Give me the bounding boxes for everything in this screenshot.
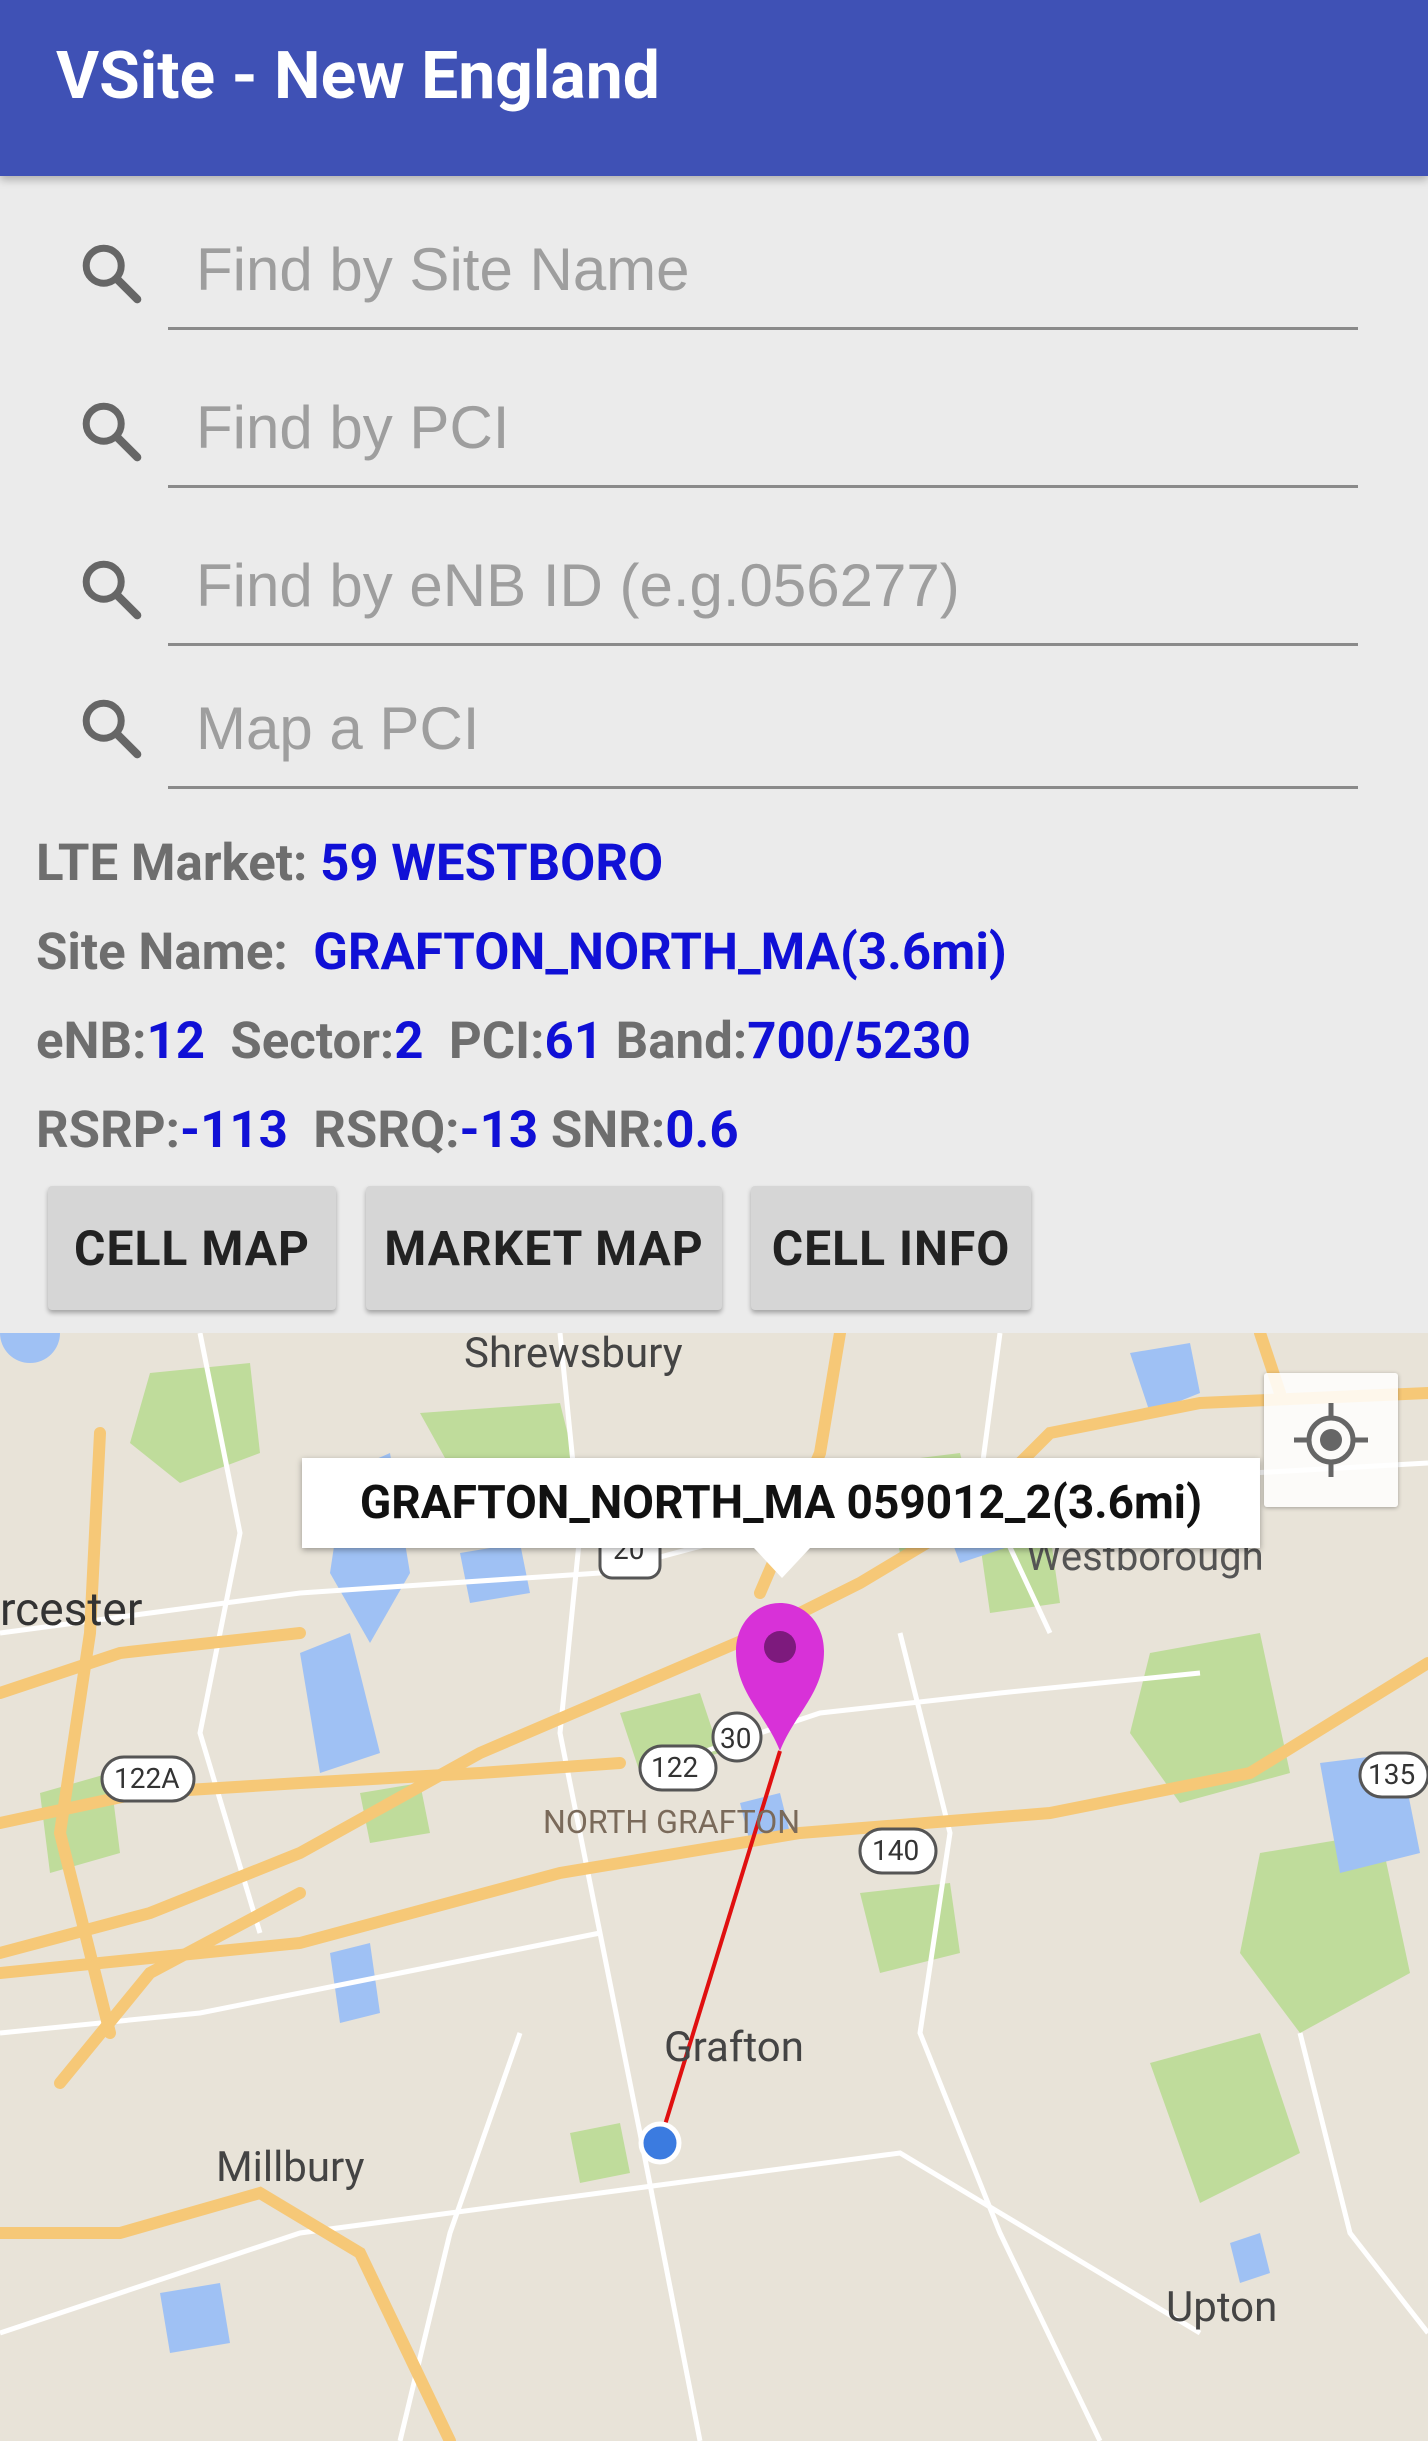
my-location-button[interactable] [1264, 1373, 1398, 1507]
rsrp-label: RSRP: [36, 1101, 180, 1160]
cell-info-button[interactable]: CELL INFO [751, 1186, 1031, 1310]
app-title: VSite - New England [56, 38, 660, 115]
cell-ids-line: eNB:12 Sector:2 PCI:61 Band:700/5230 [36, 1012, 971, 1071]
enb-search-input[interactable] [168, 528, 1358, 646]
pci-label: PCI: [448, 1012, 545, 1071]
route-30-label: 30 [720, 1722, 752, 1755]
map-pci-input[interactable] [168, 671, 1358, 789]
snr-label: SNR: [550, 1101, 666, 1160]
market-map-button[interactable]: MARKET MAP [366, 1186, 722, 1310]
map-label-shrewsbury: Shrewsbury [464, 1333, 683, 1378]
band-value: 700/5230 [747, 1012, 971, 1071]
crosshair-icon [1294, 1403, 1368, 1477]
app-bar: VSite - New England [0, 0, 1428, 176]
site-name-search-row [0, 212, 1428, 332]
route-135-label: 135 [1368, 1758, 1416, 1791]
route-122-label: 122 [651, 1751, 699, 1784]
site-name-search-input[interactable] [168, 212, 1358, 330]
rsrq-label: RSRQ: [313, 1101, 460, 1160]
map-label-upton: Upton [1166, 2283, 1278, 2332]
band-label: Band: [615, 1012, 748, 1071]
site-label: Site Name: [36, 923, 288, 982]
map-label-north-grafton: NORTH GRAFTON [543, 1803, 801, 1841]
search-icon [82, 402, 142, 462]
cell-map-button[interactable]: CELL MAP [48, 1186, 336, 1310]
sector-label: Sector: [230, 1012, 395, 1071]
signal-line: RSRP:-113 RSRQ:-13 SNR:0.6 [36, 1101, 739, 1160]
site-value: GRAFTON_NORTH_MA(3.6mi) [313, 923, 1007, 982]
enb-label: eNB: [36, 1012, 147, 1071]
enb-value: 12 [146, 1012, 205, 1071]
search-icon [82, 244, 142, 304]
pci-search-row [0, 370, 1428, 490]
search-icon [82, 560, 142, 620]
route-140-label: 140 [872, 1834, 920, 1867]
rsrq-value: -13 [459, 1101, 539, 1160]
site-name-line: Site Name: GRAFTON_NORTH_MA(3.6mi) [36, 923, 1007, 982]
pci-search-input[interactable] [168, 370, 1358, 488]
rsrp-value: -113 [180, 1101, 288, 1160]
snr-value: 0.6 [665, 1101, 739, 1160]
site-info-popup[interactable]: GRAFTON_NORTH_MA 059012_2(3.6mi) [302, 1458, 1260, 1578]
map-label-worcester: rcester [0, 1583, 143, 1637]
market-label: LTE Market: [36, 834, 308, 893]
map-label-millbury: Millbury [216, 2143, 365, 2192]
market-value: 59 WESTBORO [320, 834, 664, 893]
sector-value: 2 [394, 1012, 424, 1071]
map-pci-row [0, 671, 1428, 789]
search-icon [82, 699, 142, 759]
map-label-grafton: Grafton [664, 2023, 804, 2072]
lte-market-line: LTE Market: 59 WESTBORO [36, 834, 663, 893]
enb-search-row [0, 528, 1428, 648]
pci-value: 61 [544, 1012, 603, 1071]
route-122a-label: 122A [114, 1762, 180, 1795]
user-location-dot [638, 2121, 682, 2165]
